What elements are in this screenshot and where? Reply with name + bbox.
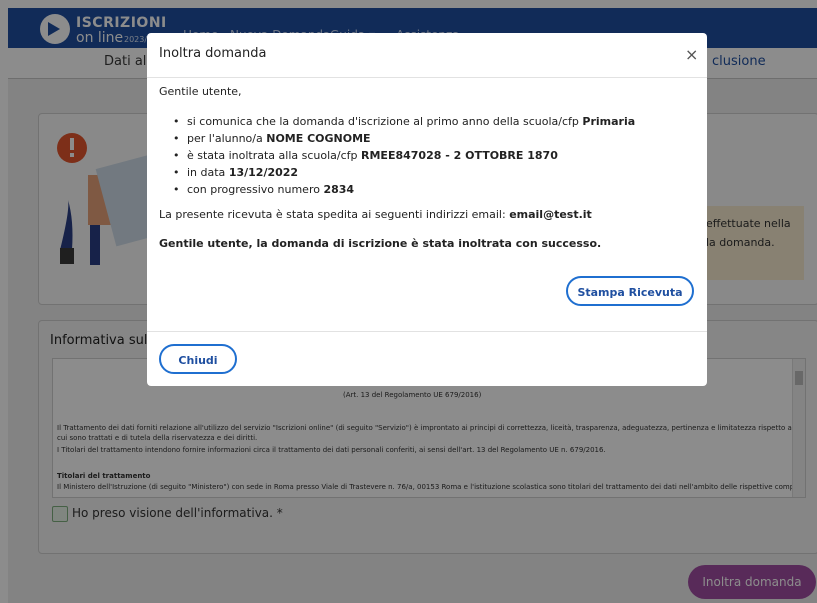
list-item: è stata inoltrata alla scuola/cfp RMEE84… xyxy=(173,147,635,164)
email-value: email@test.it xyxy=(509,208,592,221)
inoltra-modal: Inoltra domanda × Gentile utente, si com… xyxy=(147,33,707,386)
email-text: La presente ricevuta è stata spedita ai … xyxy=(159,208,592,221)
chiudi-button[interactable]: Chiudi xyxy=(159,344,237,374)
modal-title: Inoltra domanda xyxy=(159,46,267,61)
greeting-text: Gentile utente, xyxy=(159,85,242,98)
success-message: Gentile utente, la domanda di iscrizione… xyxy=(159,237,602,250)
modal-header: Inoltra domanda × xyxy=(147,33,707,78)
details-list: si comunica che la domanda d'iscrizione … xyxy=(173,113,635,198)
list-item: in data 13/12/2022 xyxy=(173,164,635,181)
modal-footer: Chiudi xyxy=(147,331,707,387)
list-item: con progressivo numero 2834 xyxy=(173,181,635,198)
list-item: si comunica che la domanda d'iscrizione … xyxy=(173,113,635,130)
list-item: per l'alunno/a NOME COGNOME xyxy=(173,130,635,147)
stampa-ricevuta-button[interactable]: Stampa Ricevuta xyxy=(566,276,694,306)
close-icon[interactable]: × xyxy=(685,45,698,64)
